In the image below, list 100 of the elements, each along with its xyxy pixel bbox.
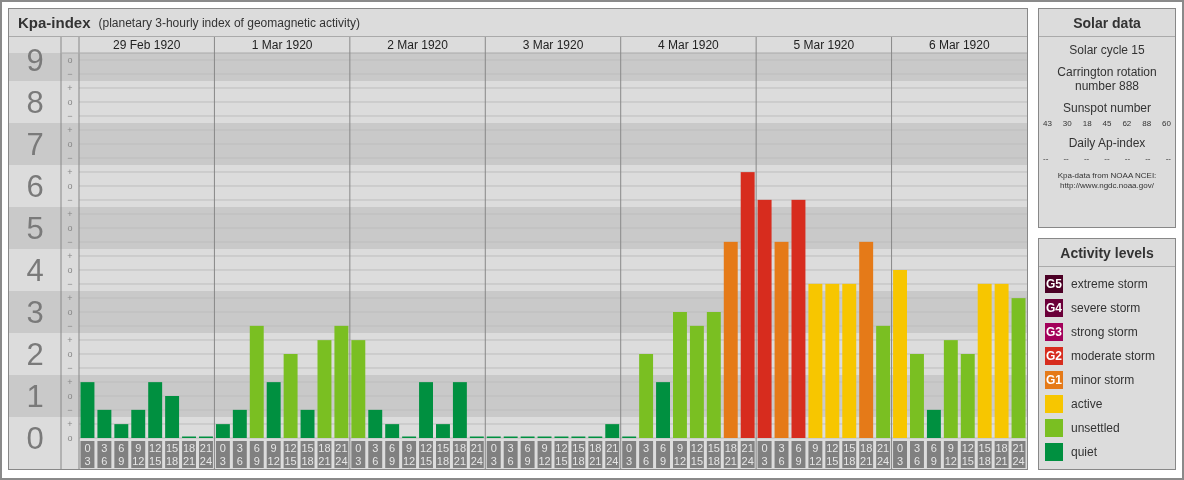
x-tick-label: 0 3	[219, 442, 226, 467]
bar	[385, 424, 400, 438]
x-tick-label: 3 6	[236, 442, 243, 467]
x-tick-label: 3 6	[101, 442, 108, 467]
time-slot-label: 0 3	[893, 441, 907, 468]
bar	[131, 409, 146, 438]
axis-label: 3	[26, 295, 44, 330]
x-tick-label: 0 3	[84, 442, 91, 467]
ap-index-value: --	[1145, 154, 1151, 163]
date-label: 6 Mar 1920	[928, 38, 990, 52]
x-tick-label: 0 3	[355, 442, 362, 467]
ap-index-value: --	[1165, 154, 1171, 163]
legend-swatch: G2	[1045, 347, 1063, 365]
ap-index-value: --	[1063, 154, 1069, 163]
tick-mark-label: −	[67, 237, 73, 247]
legend-label: active	[1071, 397, 1103, 411]
axis-label: 9	[26, 43, 44, 78]
x-tick-label: 6 9	[930, 442, 937, 467]
legend-label: severe storm	[1071, 301, 1141, 315]
time-slot-label: 18 21	[182, 441, 196, 468]
axis-label: 2	[26, 337, 44, 372]
axis-label: 4	[26, 253, 44, 288]
time-slot-label: 15 18	[842, 441, 857, 468]
tick-mark-label: +	[67, 125, 73, 135]
date-label: 29 Feb 1920	[113, 38, 181, 52]
tick-mark-label: −	[67, 405, 73, 415]
x-tick-label: 3 6	[507, 442, 514, 467]
chart-subtitle: (planetary 3-hourly index of geomagnetic activity)	[98, 15, 360, 30]
legend-label: unsettled	[1071, 421, 1120, 435]
axis-label: 5	[26, 211, 44, 246]
x-tick-label: 0 3	[761, 442, 768, 467]
tick-mark-label: −	[67, 69, 73, 79]
bar	[97, 409, 112, 438]
time-slot-label: 9 12	[131, 441, 146, 468]
legend-swatch: G4	[1045, 299, 1063, 317]
legend-swatch: G1	[1045, 371, 1063, 389]
time-slot-label: 12 15	[148, 441, 163, 468]
tick-mark-label: −	[67, 279, 73, 289]
x-tick-label: 3 6	[778, 442, 785, 467]
time-slot-label: 15 18	[571, 441, 586, 468]
ap-index-value: --	[1083, 154, 1090, 163]
bar	[605, 424, 620, 438]
time-slot-label: 6 9	[385, 441, 400, 468]
ap-index-value: --	[1043, 154, 1049, 163]
sunspot-value: 60	[1162, 119, 1171, 128]
tick-mark-label: +	[67, 419, 73, 429]
time-slot-label: 18 21	[588, 441, 603, 468]
tick-mark-label: −	[67, 153, 73, 163]
x-tick-label: 0 3	[490, 442, 497, 467]
time-slot-label: 12 15	[419, 441, 433, 468]
legend-label: quiet	[1071, 445, 1098, 459]
chart-title: Kpa-index	[18, 14, 91, 31]
tick-mark-label: +	[67, 167, 73, 177]
sunspot-value: 18	[1082, 119, 1092, 128]
time-slot-label: 6 9	[656, 441, 670, 468]
ap-index-label: Daily Ap-index	[1067, 136, 1147, 150]
date-label: 5 Mar 1920	[793, 38, 855, 52]
x-tick-label: 6 9	[524, 442, 531, 467]
sunspot-value: 30	[1062, 119, 1072, 128]
x-tick-label: 3 6	[643, 442, 650, 467]
legend-label: minor storm	[1071, 373, 1135, 387]
tick-mark-label: o	[67, 349, 73, 359]
tick-mark-label: o	[67, 97, 73, 107]
tick-mark-label: −	[67, 321, 73, 331]
tick-mark-label: +	[67, 293, 73, 303]
tick-mark-label: +	[67, 83, 73, 93]
time-slot-label: 21 24	[876, 441, 891, 468]
time-slot-label: 9 12	[673, 441, 687, 468]
x-tick-label: 0 3	[626, 442, 633, 467]
time-slot-label: 3 6	[368, 441, 383, 468]
date-label: 3 Mar 1920	[522, 38, 584, 52]
sunspot-value: 88	[1142, 119, 1152, 128]
bar	[114, 424, 129, 438]
legend-label: extreme storm	[1071, 277, 1148, 291]
x-tick-label: 6 9	[795, 442, 802, 467]
ap-index-value: --	[1104, 154, 1110, 163]
time-slot-label: 15 18	[165, 441, 180, 468]
source-text: Kpa-data from NOAA NCEI:	[1057, 171, 1157, 181]
ap-index-value: --	[1124, 154, 1131, 163]
date-label: 2 Mar 1920	[387, 38, 448, 52]
tick-mark-label: o	[67, 433, 73, 443]
sunspot-value: 43	[1043, 119, 1052, 128]
time-slot-label: 15 18	[436, 441, 450, 468]
tick-mark-label: +	[67, 335, 73, 345]
panel-title: Solar data	[1039, 9, 1175, 37]
bar	[165, 396, 180, 438]
axis-label: 0	[26, 421, 44, 456]
time-slot-label: 18 21	[859, 441, 874, 468]
x-tick-label: 6 9	[389, 442, 396, 467]
x-tick-label: 3 6	[372, 442, 379, 467]
axis-label: 8	[26, 85, 44, 120]
tick-mark-label: −	[67, 363, 73, 373]
legend-swatch: G3	[1045, 323, 1063, 341]
tick-mark-label: +	[67, 251, 73, 261]
bar	[436, 424, 450, 438]
time-slot-label: 9 12	[402, 441, 417, 468]
time-slot-label: 3 6	[97, 441, 112, 468]
solar-cycle-text: Solar cycle 15	[1068, 43, 1146, 57]
time-slot-label: 21 24	[334, 441, 349, 468]
sunspot-label: Sunspot number	[1061, 101, 1153, 115]
